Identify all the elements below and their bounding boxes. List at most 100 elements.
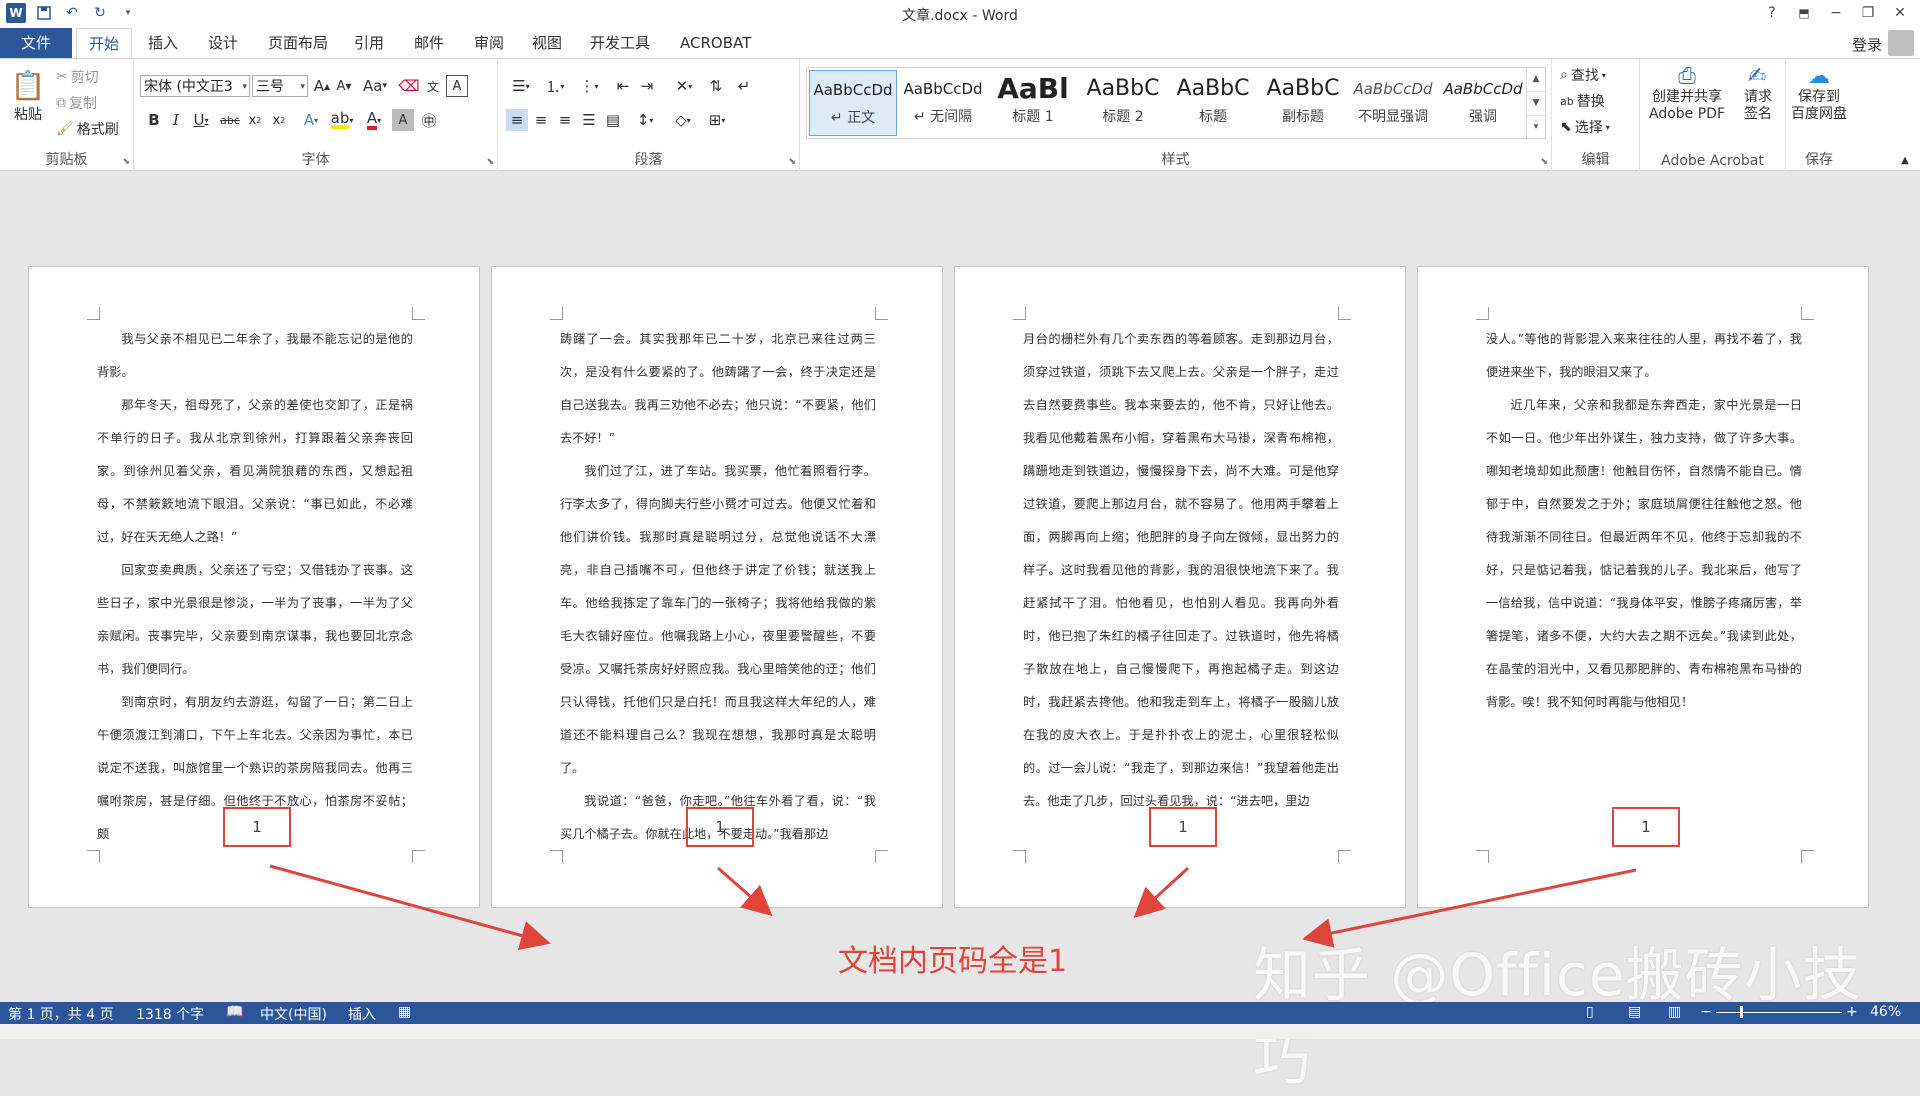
tab-home[interactable]: 开始 [76, 28, 133, 59]
style-heading-1[interactable]: AaBl 标题 1 [989, 70, 1077, 136]
save-to-baidu-button[interactable]: 保存到 百度网盘 [1786, 89, 1852, 123]
shading-icon[interactable]: ◇ ▾ [668, 109, 698, 131]
strikethrough-icon[interactable]: abc [218, 109, 242, 131]
chinese-layout-icon[interactable]: ✕ ▾ [668, 75, 700, 97]
font-size-dropdown[interactable]: 三号 ▾ [252, 75, 308, 97]
justify-icon[interactable]: ☰ [578, 109, 600, 131]
numbering-icon[interactable]: ⒈ ▾ [540, 75, 570, 97]
format-painter-button[interactable]: 🖌 格式刷 [56, 119, 119, 139]
shrink-font-icon[interactable]: A ▼ [334, 75, 354, 97]
tab-references[interactable]: 引用 [342, 28, 396, 58]
sort-icon[interactable]: ⇅ [704, 75, 728, 97]
multilevel-list-icon[interactable]: ⋮ ▾ [574, 75, 604, 97]
italic-icon[interactable]: I [166, 109, 186, 131]
insert-mode[interactable]: 插入 [348, 1004, 376, 1024]
replace-icon: ab [1560, 94, 1574, 108]
grow-font-icon[interactable]: A ▲ [312, 75, 332, 97]
language-indicator[interactable]: 中文(中国) [260, 1004, 327, 1024]
minimize-button[interactable]: − [1822, 2, 1850, 24]
help-button[interactable]: ? [1758, 2, 1786, 24]
text-effects-icon[interactable]: A ▾ [298, 109, 324, 131]
page-indicator[interactable]: 第 1 页，共 4 页 [8, 1004, 114, 1024]
show-marks-icon[interactable]: ↵ [732, 75, 756, 97]
bold-icon[interactable]: B [144, 109, 164, 131]
align-right-icon[interactable]: ≡ [554, 109, 576, 131]
close-button[interactable]: ✕ [1886, 2, 1914, 24]
align-center-icon[interactable]: ≡ [530, 109, 552, 131]
zoom-slider-thumb[interactable] [1740, 1006, 1743, 1018]
baidu-cloud-icon[interactable]: ☁ [1804, 61, 1834, 91]
zoom-in-button[interactable]: + [1846, 1004, 1858, 1020]
tab-insert[interactable]: 插入 [136, 28, 190, 58]
align-left-icon[interactable]: ≡ [506, 109, 528, 131]
web-layout-icon[interactable]: ▥ [1668, 1004, 1681, 1020]
tab-file[interactable]: 文件 [0, 28, 72, 58]
scroll-up-icon[interactable]: ▲ [1527, 68, 1545, 92]
create-share-pdf-button[interactable]: 创建并共享 Adobe PDF [1640, 89, 1734, 123]
sign-in-link[interactable]: 登录 [1852, 34, 1882, 55]
style-subtle-emphasis[interactable]: AaBbCcDd 不明显强调 [1349, 70, 1437, 136]
subscript-icon[interactable]: x2 [244, 109, 266, 131]
style-title[interactable]: AaBbC 标题 [1169, 70, 1257, 136]
style-normal[interactable]: AaBbCcDd ↵ 正文 [809, 70, 897, 136]
decrease-indent-icon[interactable]: ⇤ [612, 75, 634, 97]
create-pdf-icon[interactable]: ⎙ [1674, 61, 1700, 91]
gallery-scroll: ▲ ▼ ▾ [1526, 68, 1545, 138]
change-case-button[interactable]: Aa ▾ [358, 75, 392, 97]
superscript-icon[interactable]: x2 [268, 109, 290, 131]
macro-record-icon[interactable]: ▦ [398, 1004, 411, 1020]
tab-acrobat[interactable]: ACROBAT [668, 28, 763, 58]
highlight-icon[interactable]: ab ▾ [328, 109, 356, 131]
enclosed-character-icon[interactable]: ㊥ [418, 109, 440, 131]
zoom-level[interactable]: 46% [1870, 1004, 1901, 1020]
request-signature-button[interactable]: 请求 签名 [1736, 89, 1780, 123]
tab-review[interactable]: 审阅 [462, 28, 516, 58]
dialog-launcher-icon[interactable]: ⬊ [1540, 157, 1548, 167]
print-layout-icon[interactable]: ▤ [1628, 1004, 1641, 1020]
tab-layout[interactable]: 页面布局 [256, 28, 340, 58]
tab-developer[interactable]: 开发工具 [578, 28, 662, 58]
style-heading-2[interactable]: AaBbC 标题 2 [1079, 70, 1167, 136]
style-subtitle[interactable]: AaBbC 副标题 [1259, 70, 1347, 136]
select-button[interactable]: ⬉ 选择 ▾ [1560, 117, 1610, 137]
style-emphasis[interactable]: AaBbCcDd 强调 [1439, 70, 1527, 136]
paste-button[interactable]: 粘贴 [6, 107, 50, 124]
enclose-characters-icon[interactable]: A [446, 75, 468, 97]
borders-icon[interactable]: ⊞ ▾ [702, 109, 732, 131]
tab-mailings[interactable]: 邮件 [402, 28, 456, 58]
collapse-ribbon-icon[interactable]: ▲ [1898, 153, 1912, 167]
copy-button[interactable]: ⧉ 复制 [56, 93, 97, 113]
document-area[interactable]: 我与父亲不相见已二年余了，我最不能忘记的是他的背影。 那年冬天，祖母死了，父亲的… [0, 172, 1920, 1093]
zoom-out-button[interactable]: − [1700, 1004, 1712, 1020]
request-signature-icon[interactable]: ✍ [1744, 61, 1770, 91]
tab-view[interactable]: 视图 [520, 28, 574, 58]
underline-icon[interactable]: U ▾ [188, 109, 214, 131]
clear-formatting-icon[interactable]: ⌫ [398, 75, 420, 97]
gallery-more-icon[interactable]: ▾ [1527, 116, 1545, 139]
paste-icon[interactable]: 📋 [10, 67, 46, 103]
phonetic-guide-icon[interactable]: 文 [422, 75, 444, 97]
font-color-icon[interactable]: A ▾ [360, 109, 388, 131]
distributed-icon[interactable]: ▤ [602, 109, 624, 131]
dialog-launcher-icon[interactable]: ⬊ [486, 157, 494, 167]
bullets-icon[interactable]: ☰ ▾ [506, 75, 536, 97]
avatar[interactable] [1888, 30, 1914, 56]
dialog-launcher-icon[interactable]: ⬊ [788, 157, 796, 167]
cut-button[interactable]: ✂ 剪切 [56, 67, 99, 87]
restore-button[interactable]: ❐ [1854, 2, 1882, 24]
dialog-launcher-icon[interactable]: ⬊ [122, 157, 130, 167]
replace-button[interactable]: ab 替换 [1560, 91, 1605, 111]
increase-indent-icon[interactable]: ⇥ [636, 75, 658, 97]
font-name-dropdown[interactable]: 宋体 (中文正3 ▾ [140, 75, 250, 97]
ribbon-display-options-icon[interactable]: ⬒ [1790, 2, 1818, 24]
tab-design[interactable]: 设计 [196, 28, 250, 58]
line-spacing-icon[interactable]: ↕ ▾ [630, 109, 660, 131]
read-mode-icon[interactable]: ▯ [1586, 1004, 1594, 1020]
zoom-slider[interactable] [1716, 1012, 1842, 1013]
proofing-icon[interactable]: 📖 [226, 1004, 243, 1020]
find-button[interactable]: ⌕ 查找 ▾ [1560, 65, 1606, 85]
word-count[interactable]: 1318 个字 [136, 1004, 204, 1024]
character-shading-icon[interactable]: A [392, 109, 414, 131]
style-no-spacing[interactable]: AaBbCcDd ↵ 无间隔 [899, 70, 987, 136]
scroll-down-icon[interactable]: ▼ [1527, 92, 1545, 116]
